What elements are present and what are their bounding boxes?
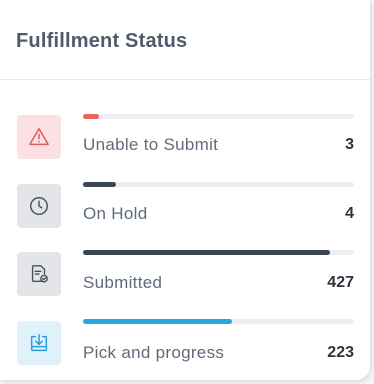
progress-track — [83, 319, 354, 324]
status-label: Unable to Submit — [83, 135, 219, 154]
progress-fill — [83, 250, 330, 255]
status-row-unable-to-submit[interactable]: Unable to Submit 3 — [0, 114, 370, 175]
status-count: 3 — [345, 136, 354, 153]
status-label: Submitted — [83, 273, 163, 292]
progress-fill — [83, 319, 233, 324]
progress-track — [83, 114, 354, 119]
status-row-submitted[interactable]: Submitted 427 — [0, 250, 370, 312]
clock-icon — [17, 184, 61, 228]
fulfillment-status-card: Fulfillment Status Unable to Submit 3 On… — [0, 0, 370, 380]
card-header: Fulfillment Status — [0, 0, 370, 80]
status-label: On Hold — [83, 204, 148, 223]
download-tray-icon — [17, 321, 61, 365]
status-count: 4 — [345, 205, 354, 222]
progress-track — [83, 250, 354, 255]
status-count: 427 — [327, 274, 354, 291]
warning-triangle-icon — [17, 115, 61, 159]
status-row-on-hold[interactable]: On Hold 4 — [0, 182, 370, 244]
status-row-pick-and-progress[interactable]: Pick and progress 223 — [0, 319, 370, 381]
progress-fill — [83, 182, 116, 187]
status-count: 223 — [327, 344, 354, 361]
progress-track — [83, 182, 354, 187]
document-check-icon — [17, 252, 61, 296]
status-label: Pick and progress — [83, 343, 225, 362]
card-title: Fulfillment Status — [16, 30, 188, 52]
progress-fill — [83, 114, 100, 119]
